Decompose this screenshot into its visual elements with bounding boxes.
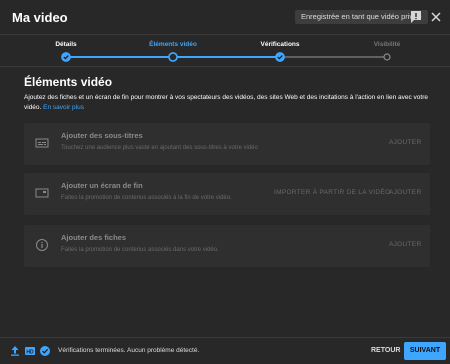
step-label-checks[interactable]: Vérifications <box>260 41 299 48</box>
dialog-title: Ma video <box>12 10 68 25</box>
step-pending-icon[interactable] <box>383 53 391 61</box>
dialog-header: Ma video Enregistrée en tant que vidéo p… <box>0 0 450 34</box>
close-icon[interactable] <box>428 9 444 25</box>
svg-text:HD: HD <box>26 349 34 355</box>
step-connector <box>280 56 387 58</box>
step-done-check-icon[interactable] <box>275 52 285 62</box>
card-title: Ajouter des fiches <box>61 233 127 242</box>
next-button[interactable]: SUIVANT <box>404 342 446 360</box>
section-title: Éléments vidéo <box>24 75 113 89</box>
progress-stepper: Détails Éléments vidéo Vérifications Vis… <box>0 34 450 66</box>
card-title: Ajouter des sous-titres <box>61 131 143 140</box>
add-end-screen-button[interactable]: AJOUTER <box>389 189 421 196</box>
section-description: Ajoutez des fiches et un écran de fin po… <box>24 93 432 112</box>
learn-more-link[interactable]: En savoir plus <box>43 104 84 111</box>
description-text: Ajoutez des fiches et un écran de fin po… <box>24 94 428 111</box>
feedback-icon[interactable] <box>408 9 424 25</box>
stepper-divider <box>0 66 450 67</box>
upload-icon[interactable] <box>9 345 21 357</box>
end-screen-icon <box>35 188 49 198</box>
dialog-footer: HD Vérifications terminées. Aucun problè… <box>0 338 450 364</box>
import-from-video-button[interactable]: IMPORTER À PARTIR DE LA VIDÉO <box>274 189 390 196</box>
add-info-cards-button[interactable]: AJOUTER <box>389 241 421 248</box>
subtitles-icon <box>35 138 49 148</box>
checks-done-icon[interactable] <box>39 345 51 357</box>
step-connector <box>66 56 173 58</box>
card-info-cards: Ajouter des fiches Faites la promotion d… <box>24 225 430 267</box>
hd-icon[interactable]: HD <box>24 345 36 357</box>
step-current-icon[interactable] <box>168 52 178 62</box>
step-connector <box>173 56 280 58</box>
card-description: Touchez une audience plus vaste en ajout… <box>61 145 258 151</box>
upload-dialog: Ma video Enregistrée en tant que vidéo p… <box>0 0 450 364</box>
card-title: Ajouter un écran de fin <box>61 181 143 190</box>
card-end-screen: Ajouter un écran de fin Faites la promot… <box>24 173 430 215</box>
add-subtitles-button[interactable]: AJOUTER <box>389 139 421 146</box>
back-button[interactable]: RETOUR <box>371 347 400 354</box>
card-description: Faites la promotion de contenus associés… <box>61 247 219 253</box>
card-description: Faites la promotion de contenus associés… <box>61 195 232 201</box>
info-cards-icon <box>36 239 48 251</box>
step-label-video-elements[interactable]: Éléments vidéo <box>149 41 197 48</box>
step-done-check-icon[interactable] <box>61 52 71 62</box>
checks-status-text: Vérifications terminées. Aucun problème … <box>58 347 200 354</box>
step-label-visibility[interactable]: Visibilité <box>374 41 401 48</box>
card-subtitles: Ajouter des sous-titres Touchez une audi… <box>24 123 430 165</box>
step-label-details[interactable]: Détails <box>55 41 76 48</box>
